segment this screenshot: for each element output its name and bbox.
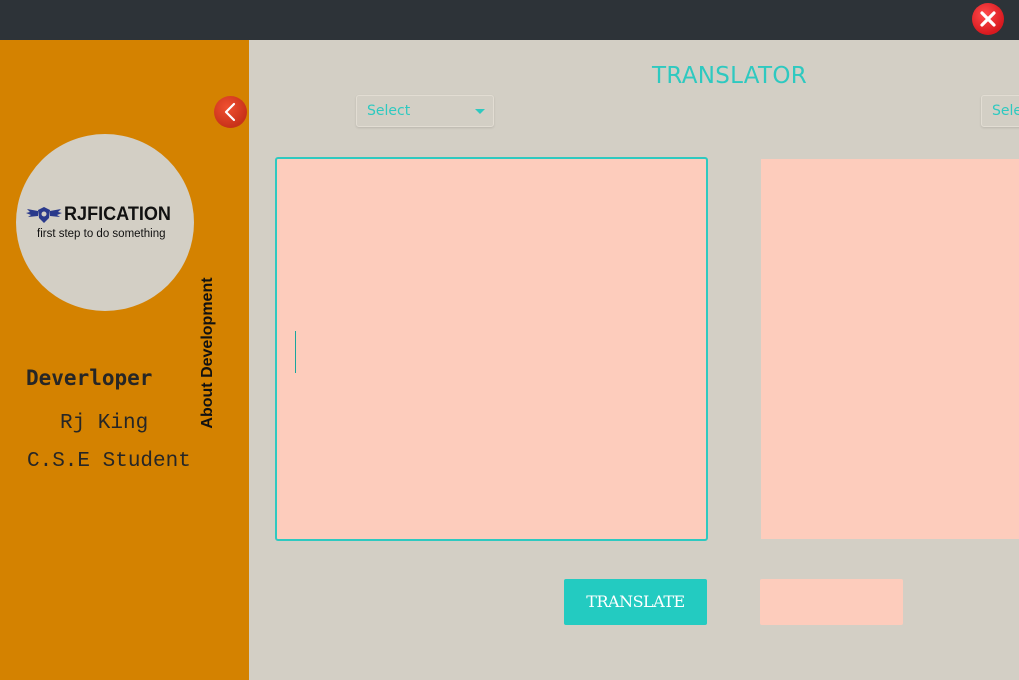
close-button[interactable] [972,3,1004,35]
winged-shield-icon [26,207,62,223]
developer-heading: Deverloper [26,366,153,390]
chevron-left-icon [224,102,236,122]
translate-button[interactable]: TRANSLATE [564,579,707,625]
about-development-label: About Development [199,277,216,429]
source-language-select[interactable]: Select [356,95,494,127]
target-language-select[interactable]: Sele [981,95,1019,127]
target-language-value: Sele [992,103,1019,119]
page-title: TRANSLATOR [652,63,808,89]
source-language-value: Select [367,103,411,119]
source-text-area[interactable] [275,157,708,541]
dropdown-arrow-icon [475,109,485,114]
secondary-button[interactable] [760,579,903,625]
logo: RJFICATION first step to do something [16,134,194,311]
developer-role: C.S.E Student [27,450,191,473]
text-caret [295,331,296,373]
collapse-sidebar-button[interactable] [214,96,247,128]
close-icon [980,11,996,27]
logo-name: RJFICATION [64,204,171,225]
developer-name: Rj King [60,412,149,435]
translated-text-area[interactable] [761,159,1019,539]
logo-tagline: first step to do something [37,228,166,240]
sidebar: RJFICATION first step to do something De… [0,40,249,680]
title-bar [0,0,1019,40]
